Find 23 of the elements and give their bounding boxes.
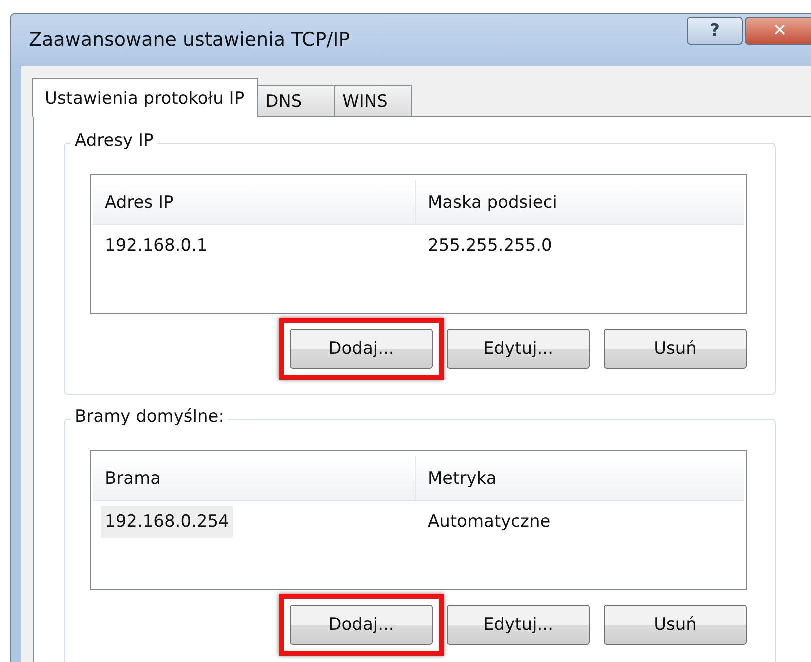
- tab[interactable]: DNS: [256, 85, 335, 116]
- table-cell-text: 255.255.255.0: [427, 236, 554, 256]
- button[interactable]: Usuń: [604, 329, 747, 369]
- column-header[interactable]: Maska podsieci: [416, 180, 744, 224]
- group-title: Adresy IP: [71, 131, 158, 151]
- help-button[interactable]: ?: [687, 17, 743, 45]
- list-view[interactable]: Brama Metryka 192.168.0.254 Automatyczne: [90, 450, 747, 590]
- button[interactable]: Edytuj...: [447, 605, 590, 645]
- group-title: Bramy domyślne:: [71, 407, 228, 427]
- window-title: Zaawansowane ustawienia TCP/IP: [29, 29, 350, 51]
- button[interactable]: Edytuj...: [447, 329, 590, 369]
- tab[interactable]: WINS: [334, 85, 412, 116]
- cell-text[interactable]: 192.168.0.1: [101, 230, 212, 262]
- column-header[interactable]: Brama: [93, 456, 416, 500]
- button[interactable]: Dodaj...: [290, 605, 433, 645]
- tab[interactable]: Ustawienia protokołu IP: [32, 78, 258, 117]
- column-header[interactable]: Metryka: [416, 456, 744, 500]
- list-view[interactable]: Adres IP Maska podsieci 192.168.0.1 255.255.255.0: [90, 174, 747, 314]
- column-header[interactable]: Adres IP: [93, 180, 416, 224]
- selected-row-text[interactable]: 192.168.0.254: [101, 506, 234, 538]
- button[interactable]: Usuń: [604, 605, 747, 645]
- table-cell-text: Automatyczne: [427, 512, 552, 532]
- button[interactable]: Dodaj...: [290, 329, 433, 369]
